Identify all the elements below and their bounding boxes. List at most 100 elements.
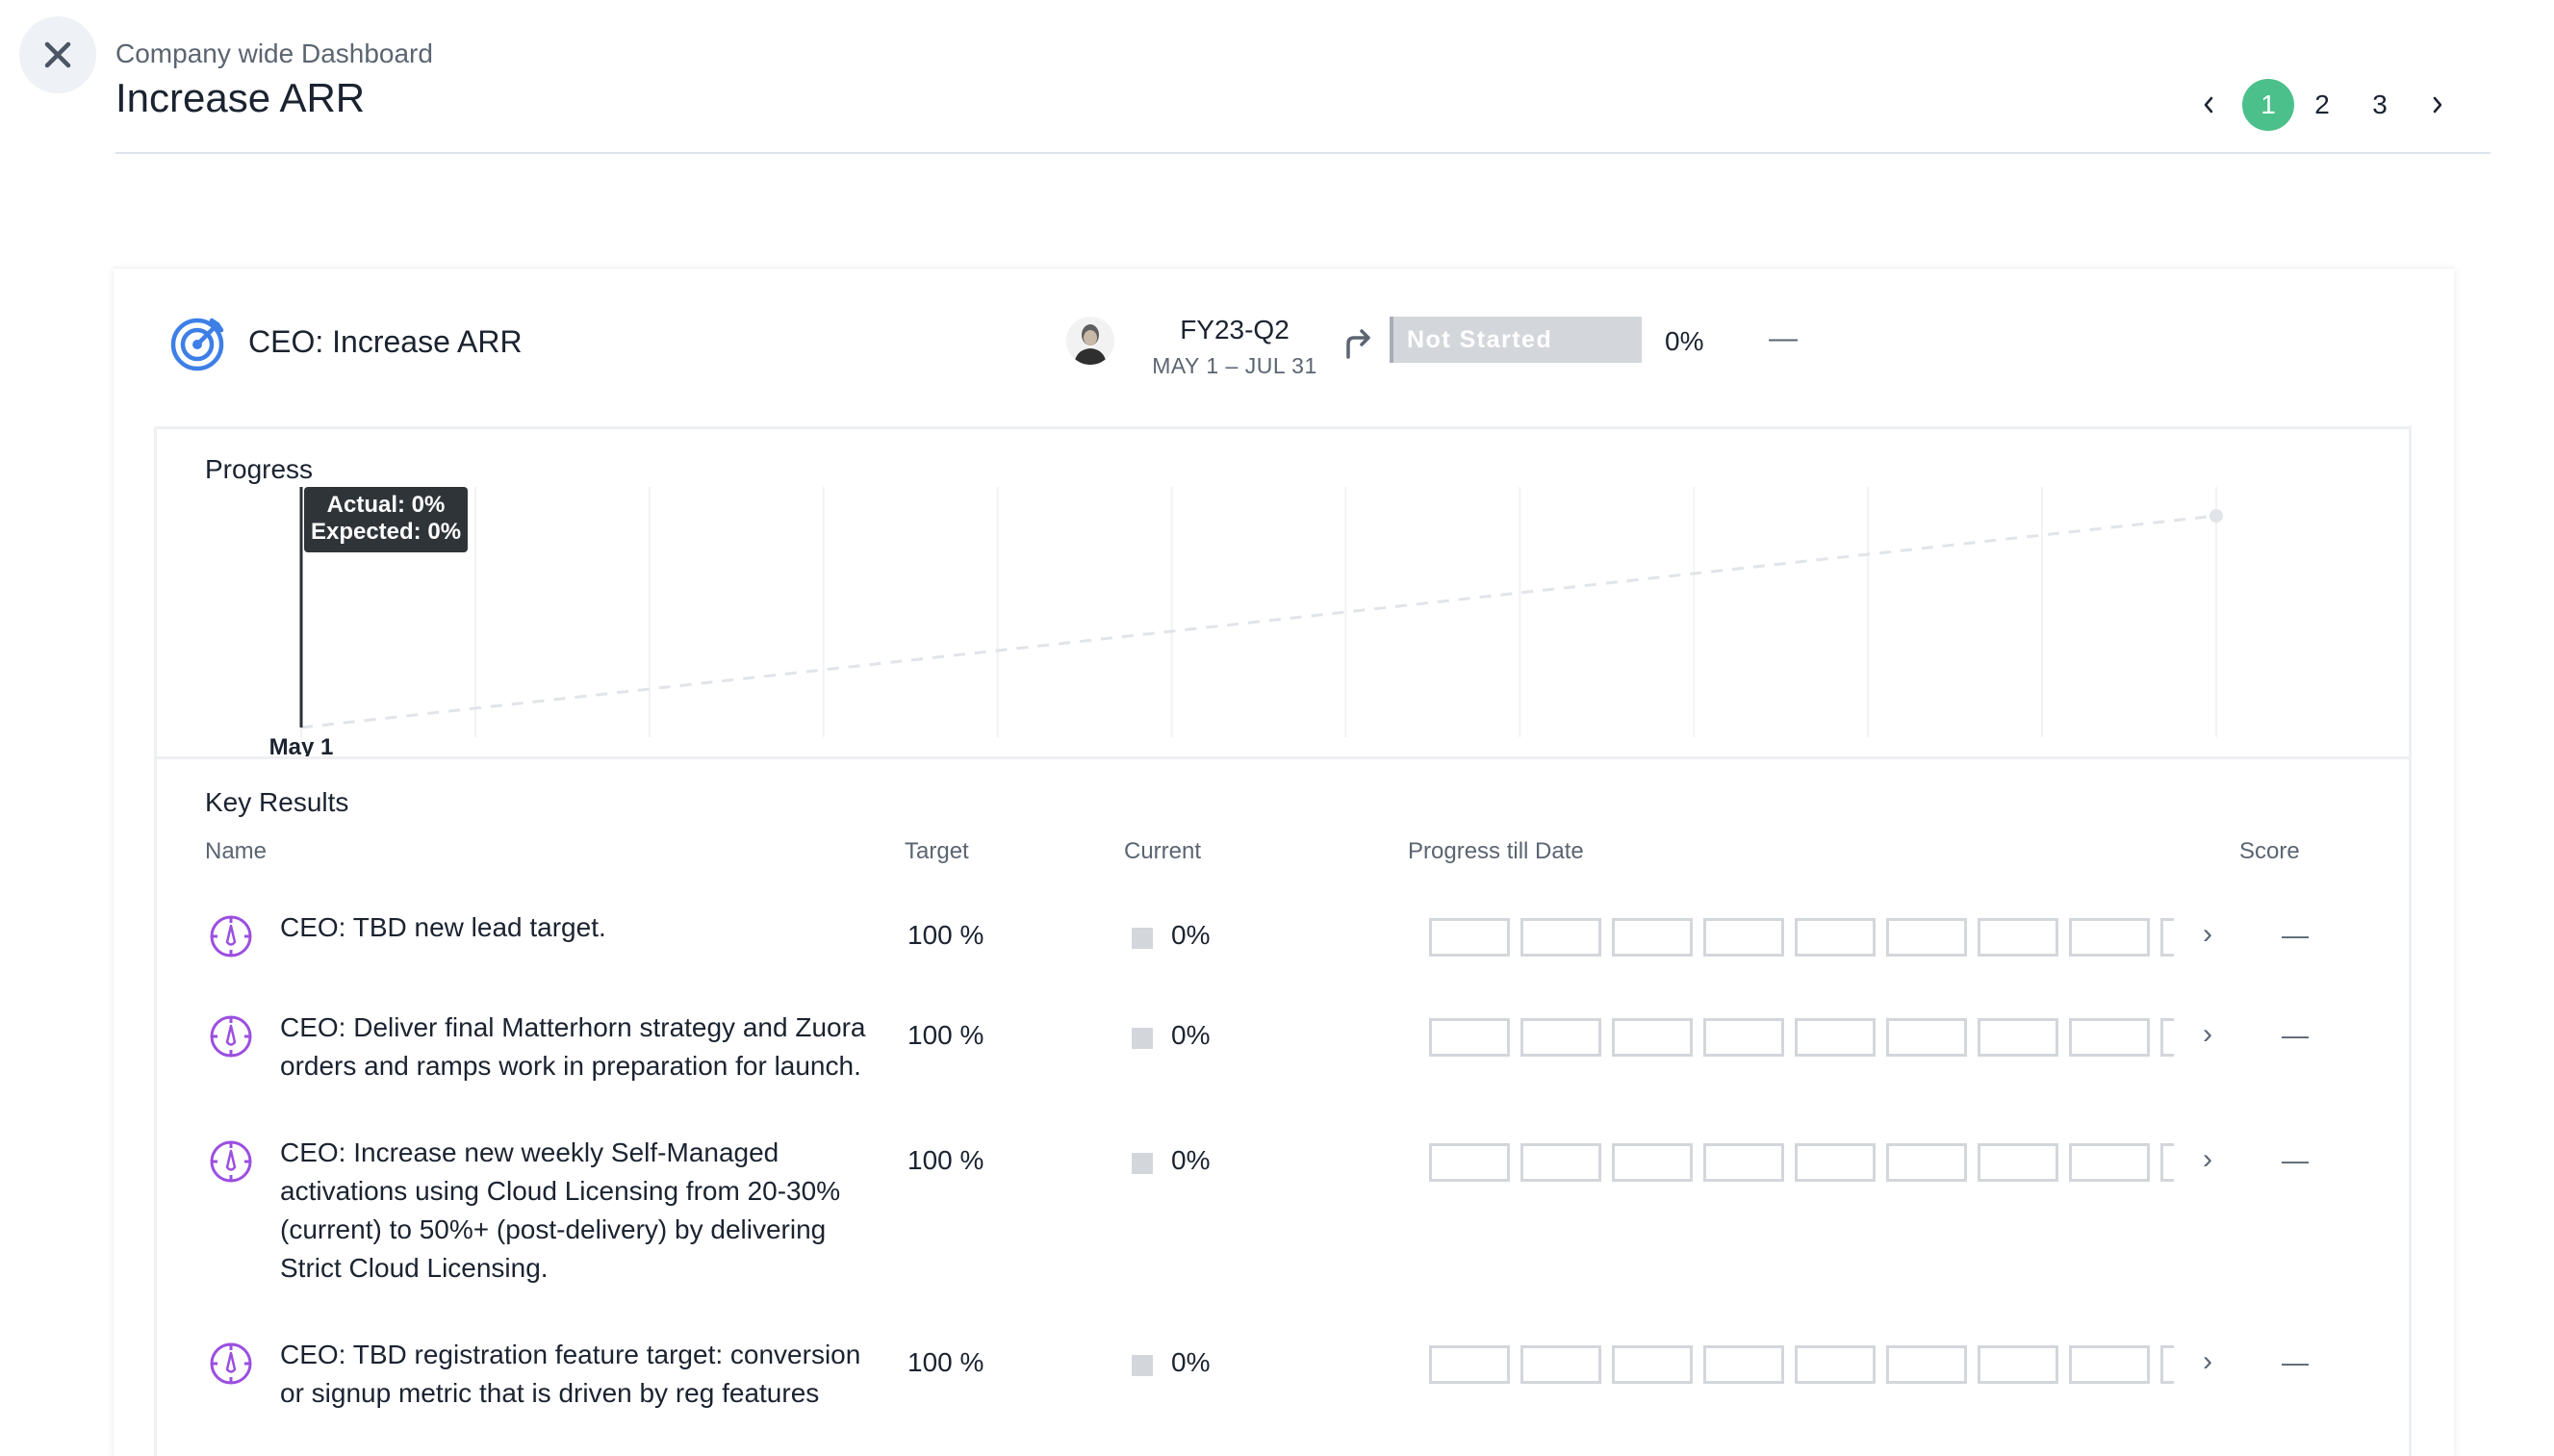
progress-segment xyxy=(1612,1143,1693,1182)
column-header-score: Score xyxy=(2239,838,2300,864)
key-result-score[interactable]: — xyxy=(2282,1145,2309,1176)
chevron-right-icon[interactable]: › xyxy=(2203,1018,2212,1051)
progress-segment xyxy=(1795,1345,1876,1384)
key-result-current[interactable]: 0% xyxy=(1171,920,1210,951)
progress-section-title: Progress xyxy=(205,454,314,484)
key-results-title: Key Results xyxy=(205,787,349,817)
objective-details: Progress Actual: 0% Expected: 0% May 1 Key… xyxy=(154,426,2412,1456)
current-status-square xyxy=(1132,1355,1153,1376)
objective-card: CEO: Increase ARR FY23-Q2 MAY 1 – JUL 31… xyxy=(114,268,2454,1456)
key-result-target: 100 % xyxy=(907,1145,984,1175)
column-header-name: Name xyxy=(205,838,268,864)
chevron-right-icon xyxy=(2433,96,2442,114)
progress-till-date-bar xyxy=(1429,1143,2174,1182)
close-button[interactable] xyxy=(19,16,96,93)
column-header-target: Target xyxy=(905,838,969,864)
prev-page-button[interactable] xyxy=(2194,79,2223,131)
progress-segment xyxy=(1612,1345,1693,1384)
key-result-target: 100 % xyxy=(907,1020,984,1050)
close-icon xyxy=(44,41,71,68)
progress-segment xyxy=(1612,1018,1693,1057)
progress-segment xyxy=(1429,1143,1510,1182)
progress-segment xyxy=(1795,1018,1876,1057)
objective-title[interactable]: CEO: Increase ARR xyxy=(248,324,523,360)
tooltip-expected: Expected: 0% xyxy=(311,519,461,545)
key-result-name[interactable]: CEO: Increase new weekly Self-Managed ac… xyxy=(280,1134,877,1288)
section-divider xyxy=(157,756,2409,759)
header-divider xyxy=(115,152,2490,154)
key-result-score[interactable]: — xyxy=(2282,1020,2309,1051)
progress-till-date-bar xyxy=(1429,1345,2174,1384)
current-status-square xyxy=(1132,1153,1153,1174)
progress-segment xyxy=(1978,1143,2058,1182)
key-result-name[interactable]: CEO: TBD registration feature target: co… xyxy=(280,1336,877,1413)
progress-segment xyxy=(2160,1018,2174,1057)
status-badge[interactable]: Not Started xyxy=(1390,317,1642,363)
progress-segment xyxy=(1886,1018,1967,1057)
share-arrow-icon[interactable] xyxy=(1341,326,1375,361)
progress-segment xyxy=(1886,1143,1967,1182)
tooltip-actual: Actual: 0% xyxy=(327,492,446,518)
progress-segment xyxy=(1886,918,1967,957)
page-1-button[interactable]: 1 xyxy=(2242,79,2294,131)
page-title: Increase ARR xyxy=(115,75,366,120)
progress-segment xyxy=(2160,918,2174,957)
expected-progress-point xyxy=(2209,509,2223,523)
next-page-button[interactable] xyxy=(2423,79,2452,131)
key-result-target: 100 % xyxy=(907,1347,984,1377)
progress-till-date-bar xyxy=(1429,918,2174,957)
progress-segment xyxy=(2069,1143,2150,1182)
key-result-current[interactable]: 0% xyxy=(1171,1020,1210,1051)
column-header-progress: Progress till Date xyxy=(1408,838,1584,864)
progress-segment xyxy=(2160,1345,2174,1384)
pagination: 1 2 3 xyxy=(2194,79,2473,131)
column-header-current: Current xyxy=(1124,838,1202,864)
key-result-score[interactable]: — xyxy=(2282,920,2309,951)
period-dates: MAY 1 – JUL 31 xyxy=(1152,353,1317,378)
progress-segment xyxy=(1703,918,1784,957)
key-result-score[interactable]: — xyxy=(2282,1347,2309,1378)
x-tick-label: May 1 xyxy=(269,734,334,756)
page-3-button[interactable]: 3 xyxy=(2365,79,2394,131)
objective-progress: 0% xyxy=(1665,326,1704,356)
progress-chart-svg: Actual: 0%Expected: 0% May 1 xyxy=(269,487,2223,760)
key-result-name[interactable]: CEO: Deliver final Matterhorn strategy a… xyxy=(280,1009,877,1086)
progress-segment xyxy=(1703,1345,1784,1384)
progress-segment xyxy=(1795,1143,1876,1182)
key-result-gauge-icon xyxy=(209,1341,253,1386)
person-icon xyxy=(1066,317,1114,365)
current-status-square xyxy=(1132,1028,1153,1049)
progress-segment xyxy=(1703,1143,1784,1182)
owner-avatar[interactable] xyxy=(1066,317,1114,365)
progress-segment xyxy=(2069,1018,2150,1057)
progress-segment xyxy=(2069,918,2150,957)
period[interactable]: FY23-Q2 MAY 1 – JUL 31 xyxy=(1143,315,1326,379)
progress-segment xyxy=(2160,1143,2174,1182)
progress-segment xyxy=(1520,1018,1601,1057)
progress-segment xyxy=(1612,918,1693,957)
progress-segment xyxy=(1429,918,1510,957)
key-result-current[interactable]: 0% xyxy=(1171,1145,1210,1176)
progress-segment xyxy=(1429,1018,1510,1057)
progress-segment xyxy=(1886,1345,1967,1384)
key-result-gauge-icon xyxy=(209,914,253,958)
key-result-name[interactable]: CEO: TBD new lead target. xyxy=(280,908,877,947)
progress-till-date-bar xyxy=(1429,1018,2174,1057)
progress-segment xyxy=(1978,1345,2058,1384)
progress-chart: Actual: 0% Expected: 0% May 1 xyxy=(157,487,2409,760)
progress-segment xyxy=(1520,1143,1601,1182)
progress-segment xyxy=(1703,1018,1784,1057)
chevron-right-icon[interactable]: › xyxy=(2203,1345,2212,1378)
key-result-current[interactable]: 0% xyxy=(1171,1347,1210,1378)
chevron-right-icon[interactable]: › xyxy=(2203,918,2212,951)
expected-progress-line xyxy=(300,514,2217,729)
chevron-right-icon[interactable]: › xyxy=(2203,1143,2212,1176)
period-name: FY23-Q2 xyxy=(1180,315,1290,345)
page-2-button[interactable]: 2 xyxy=(2308,79,2337,131)
breadcrumb[interactable]: Company wide Dashboard xyxy=(115,38,433,69)
key-result-gauge-icon xyxy=(209,1014,253,1059)
progress-segment xyxy=(1795,918,1876,957)
key-result-target: 100 % xyxy=(907,920,984,950)
progress-segment xyxy=(1429,1345,1510,1384)
target-icon xyxy=(170,318,224,371)
